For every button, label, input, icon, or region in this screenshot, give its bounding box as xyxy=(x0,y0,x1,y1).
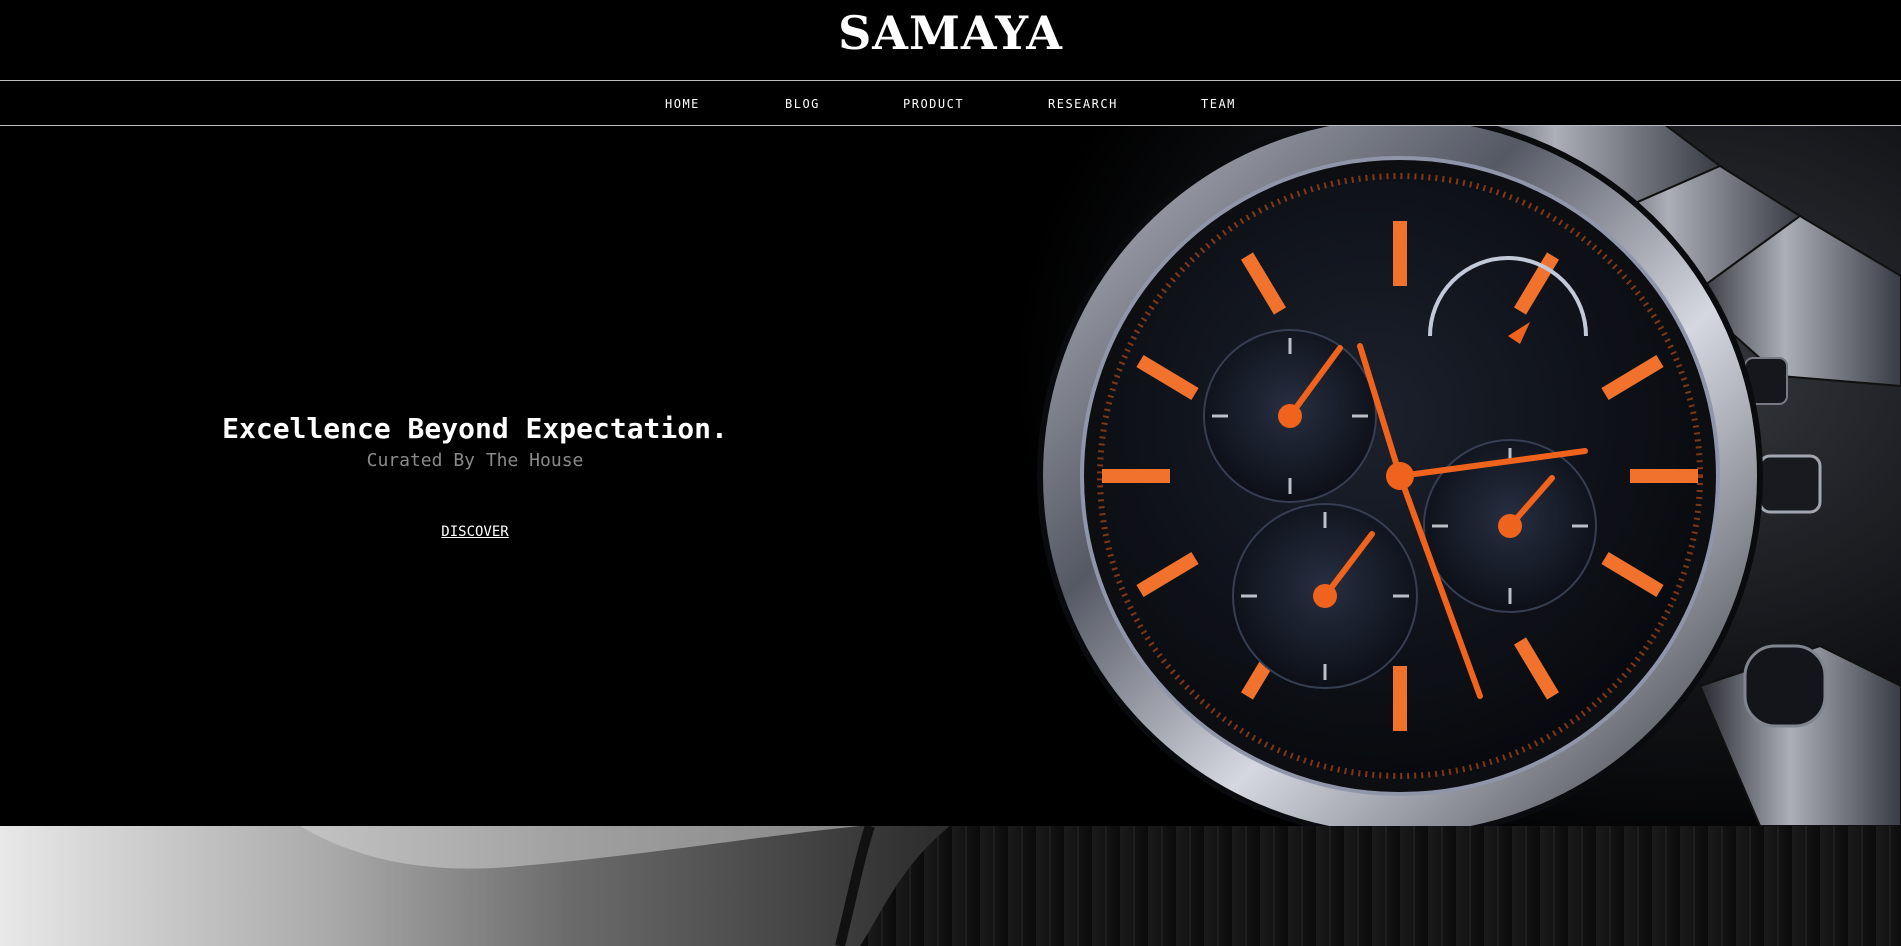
hero-headline: Excellence Beyond Expectation. xyxy=(222,412,728,445)
brand-logo[interactable]: SAMAYA xyxy=(0,6,1901,60)
nav-blog-link[interactable]: BLOG xyxy=(785,97,820,111)
nav-research-link[interactable]: RESEARCH xyxy=(1048,97,1118,111)
nav-home-link[interactable]: HOME xyxy=(665,97,700,111)
hero-copy: Excellence Beyond Expectation. Curated B… xyxy=(0,126,950,826)
main-nav: HOME BLOG PRODUCT RESEARCH TEAM xyxy=(0,80,1901,126)
secondary-image-strip xyxy=(0,826,1901,946)
hero-section: Excellence Beyond Expectation. Curated B… xyxy=(0,126,1901,826)
site-header: SAMAYA xyxy=(0,0,1901,80)
discover-link[interactable]: DISCOVER xyxy=(441,524,508,540)
hero-subline: Curated By The House xyxy=(366,450,584,471)
nav-product-link[interactable]: PRODUCT xyxy=(903,97,964,111)
watch-hero-image xyxy=(1000,126,1901,826)
nav-team-link[interactable]: TEAM xyxy=(1201,97,1236,111)
wrist-suit-image xyxy=(0,826,1901,946)
